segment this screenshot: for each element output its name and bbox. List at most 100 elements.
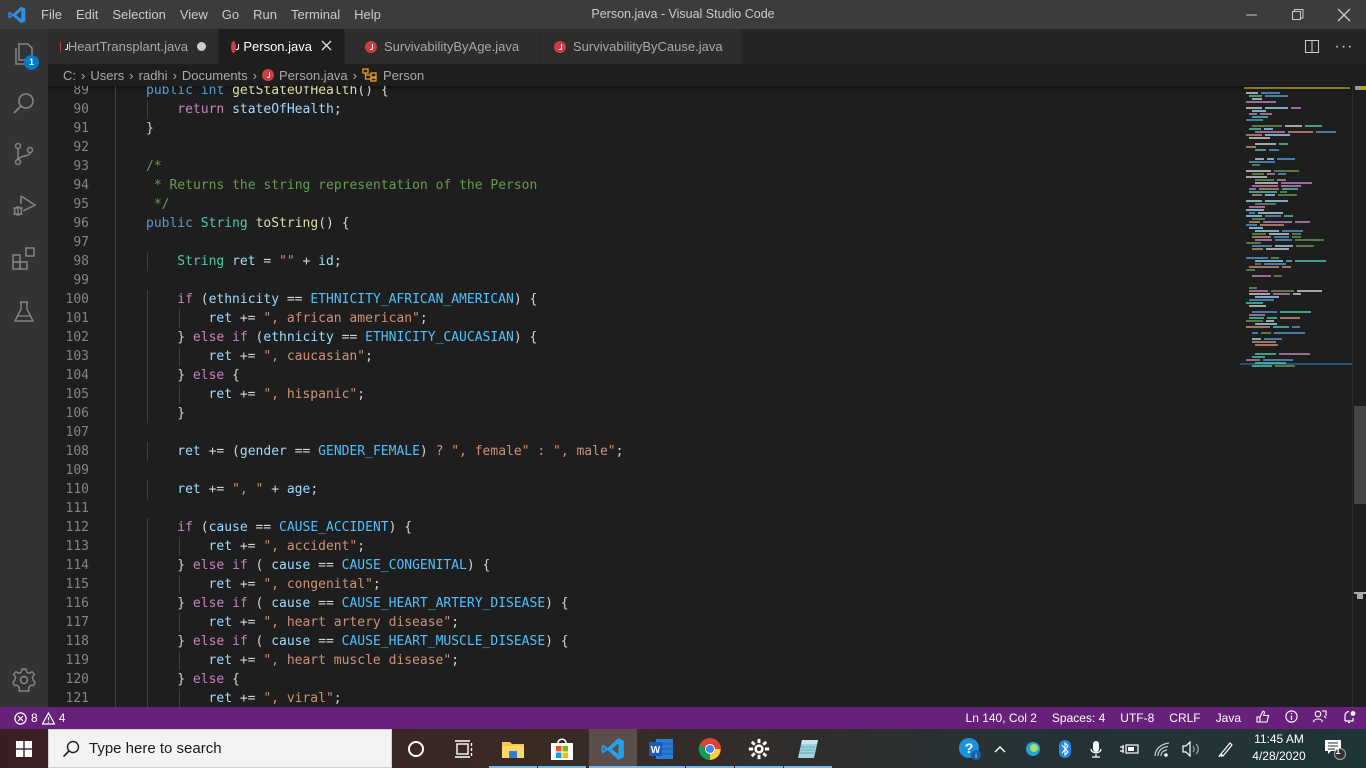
code-line[interactable]: 111 <box>48 499 1238 518</box>
chrome-button[interactable] <box>686 729 734 768</box>
activity-extensions[interactable] <box>0 234 48 284</box>
close-tab-icon[interactable] <box>321 39 332 54</box>
code-line[interactable]: 96 public String toString() { <box>48 214 1238 233</box>
code-line[interactable]: 120} else { <box>48 670 1238 689</box>
menu-terminal[interactable]: Terminal <box>284 0 347 29</box>
problems-indicator[interactable]: 8 4 <box>14 707 65 729</box>
cortana-button[interactable] <box>392 729 440 768</box>
feedback-icon[interactable] <box>1256 710 1270 726</box>
code-line[interactable]: 107 <box>48 423 1238 442</box>
code-line[interactable]: 118} else if ( cause == CAUSE_HEART_MUSC… <box>48 632 1238 651</box>
taskbar-search[interactable]: Type here to search <box>48 729 392 768</box>
volume-tray-icon[interactable] <box>1179 729 1205 768</box>
breadcrumb-radhi[interactable]: radhi <box>139 68 168 83</box>
indentation[interactable]: Spaces: 4 <box>1052 711 1105 725</box>
code-line[interactable]: 92 <box>48 138 1238 157</box>
split-editor-button[interactable] <box>1296 39 1328 54</box>
live-share-icon[interactable] <box>1312 710 1327 726</box>
menu-run[interactable]: Run <box>246 0 284 29</box>
activity-testing[interactable] <box>0 287 48 337</box>
code-line[interactable]: 90 return stateOfHealth; <box>48 100 1238 119</box>
activity-manage[interactable] <box>0 655 48 705</box>
scrollbar-thumb[interactable] <box>1354 406 1366 504</box>
menu-view[interactable]: View <box>173 0 215 29</box>
battery-tray-icon[interactable] <box>1117 729 1143 768</box>
code-line[interactable]: 115 ret += ", congenital"; <box>48 575 1238 594</box>
activity-run-debug[interactable] <box>0 181 48 231</box>
vscode-taskbar-button[interactable] <box>589 729 637 768</box>
wifi-tray-icon[interactable] <box>1149 729 1175 768</box>
word-button[interactable]: W <box>637 729 685 768</box>
notifications-bell-icon[interactable] <box>1342 710 1356 727</box>
restore-button[interactable] <box>1275 0 1321 29</box>
code-line[interactable]: 93 /* <box>48 157 1238 176</box>
code-line[interactable]: 105 ret += ", hispanic"; <box>48 385 1238 404</box>
cursor-position[interactable]: Ln 140, Col 2 <box>966 711 1037 725</box>
code-line[interactable]: 106} <box>48 404 1238 423</box>
store-button[interactable] <box>538 729 586 768</box>
pen-tray-icon[interactable] <box>1213 729 1239 768</box>
vertical-scrollbar[interactable] <box>1352 86 1366 707</box>
code-line[interactable]: 100 if (ethnicity == ETHNICITY_AFRICAN_AM… <box>48 290 1238 309</box>
code-lines[interactable]: 89 public int getStateOfHealth() {90 retur… <box>48 86 1238 707</box>
activity-source-control[interactable] <box>0 129 48 179</box>
app-tray-icon[interactable] <box>1021 729 1045 768</box>
microphone-tray-icon[interactable] <box>1084 729 1108 768</box>
breadcrumb-file[interactable]: Person.java <box>279 68 348 83</box>
close-window-button[interactable] <box>1321 0 1366 29</box>
code-line[interactable]: 95 */ <box>48 195 1238 214</box>
activity-explorer[interactable]: 1 <box>0 29 48 79</box>
code-line[interactable]: 116} else if ( cause == CAUSE_HEART_ARTE… <box>48 594 1238 613</box>
show-hidden-icons-button[interactable] <box>988 729 1012 768</box>
menu-selection[interactable]: Selection <box>105 0 172 29</box>
task-view-button[interactable] <box>440 729 488 768</box>
code-line[interactable]: 119 ret += ", heart muscle disease"; <box>48 651 1238 670</box>
line-ending[interactable]: CRLF <box>1169 711 1200 725</box>
breadcrumb-drive[interactable]: C: <box>63 68 76 83</box>
code-editor[interactable]: 89 public int getStateOfHealth() {90 retur… <box>48 86 1366 707</box>
notepad-button[interactable] <box>784 729 832 768</box>
code-line[interactable]: 94 * Returns the string representation o… <box>48 176 1238 195</box>
taskbar-clock[interactable]: 11:45 AM 4/28/2020 <box>1244 731 1314 765</box>
code-line[interactable]: 112 if (cause == CAUSE_ACCIDENT) { <box>48 518 1238 537</box>
tab-person[interactable]: Person.java <box>219 29 345 64</box>
tab-survivabilitybyage[interactable]: SurvivabilityByAge.java <box>345 29 540 64</box>
menu-edit[interactable]: Edit <box>69 0 105 29</box>
code-line[interactable]: 108 ret += (gender == GENDER_FEMALE) ? ",… <box>48 442 1238 461</box>
menu-file[interactable]: File <box>34 0 69 29</box>
more-actions-icon[interactable]: ··· <box>1328 38 1360 56</box>
minimize-button[interactable] <box>1229 0 1275 29</box>
language-mode[interactable]: Java <box>1216 711 1241 725</box>
menu-help[interactable]: Help <box>347 0 388 29</box>
code-line[interactable]: 109 <box>48 461 1238 480</box>
code-line[interactable]: 91} <box>48 119 1238 138</box>
breadcrumb-class[interactable]: Person <box>383 68 424 83</box>
code-line[interactable]: 104} else { <box>48 366 1238 385</box>
info-icon[interactable] <box>1285 710 1298 726</box>
bluetooth-tray-icon[interactable] <box>1053 729 1077 768</box>
unsaved-dot-icon[interactable] <box>197 39 206 54</box>
help-tray-icon[interactable]: ? i <box>955 729 985 768</box>
activity-search[interactable] <box>0 79 48 129</box>
code-line[interactable]: 110 ret += ", " + age; <box>48 480 1238 499</box>
code-line[interactable]: 117 ret += ", heart artery disease"; <box>48 613 1238 632</box>
code-line[interactable]: 97 <box>48 233 1238 252</box>
code-line[interactable]: 113 ret += ", accident"; <box>48 537 1238 556</box>
breadcrumb-documents[interactable]: Documents <box>182 68 248 83</box>
code-line[interactable]: 102} else if (ethnicity == ETHNICITY_CAU… <box>48 328 1238 347</box>
code-line[interactable]: 89 public int getStateOfHealth() { <box>48 86 1238 100</box>
encoding[interactable]: UTF-8 <box>1120 711 1154 725</box>
settings-button[interactable] <box>735 729 783 768</box>
code-line[interactable]: 99 <box>48 271 1238 290</box>
tab-survivabilitybycause[interactable]: SurvivabilityByCause.java <box>540 29 742 64</box>
code-line[interactable]: 103 ret += ", caucasian"; <box>48 347 1238 366</box>
menu-go[interactable]: Go <box>215 0 246 29</box>
code-line[interactable]: 98 String ret = "" + id; <box>48 252 1238 271</box>
code-line[interactable]: 101 ret += ", african american"; <box>48 309 1238 328</box>
breadcrumb-users[interactable]: Users <box>90 68 124 83</box>
code-line[interactable]: 121 ret += ", viral"; <box>48 689 1238 707</box>
start-button[interactable] <box>0 729 48 768</box>
tab-hearttransplant[interactable]: HeartTransplant.java <box>48 29 219 64</box>
code-line[interactable]: 114} else if ( cause == CAUSE_CONGENITAL… <box>48 556 1238 575</box>
minimap[interactable] <box>1240 86 1352 707</box>
